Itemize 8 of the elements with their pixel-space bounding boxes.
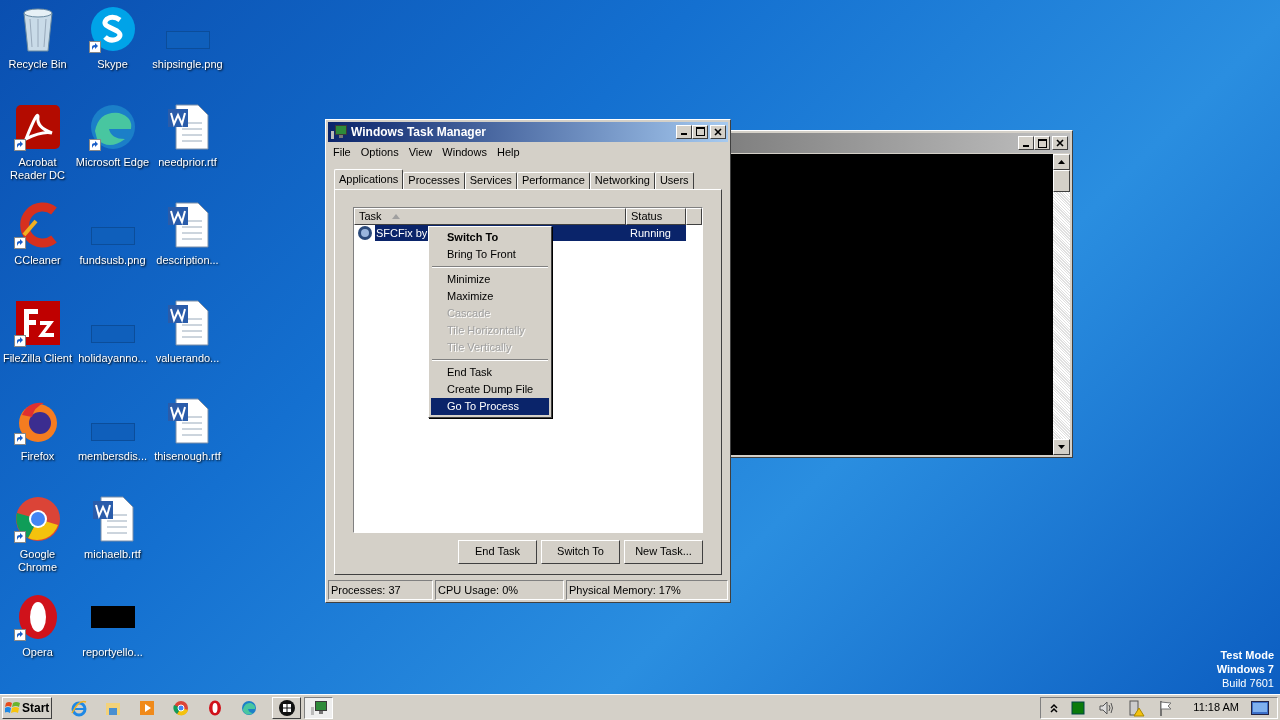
window-title: Windows Task Manager — [351, 123, 488, 141]
status-bar-pane: Processes: 37 — [328, 580, 433, 600]
status-bar-pane: Physical Memory: 17% — [566, 580, 728, 600]
status-cell: Running — [626, 225, 686, 242]
desktop-watermark-text: Test Mode — [1220, 648, 1274, 662]
desktop-watermark-text: Build 7601 — [1222, 676, 1274, 690]
status-bar-pane: CPU Usage: 0% — [435, 580, 564, 600]
desktop-watermark-text: Windows 7 — [1216, 662, 1274, 676]
